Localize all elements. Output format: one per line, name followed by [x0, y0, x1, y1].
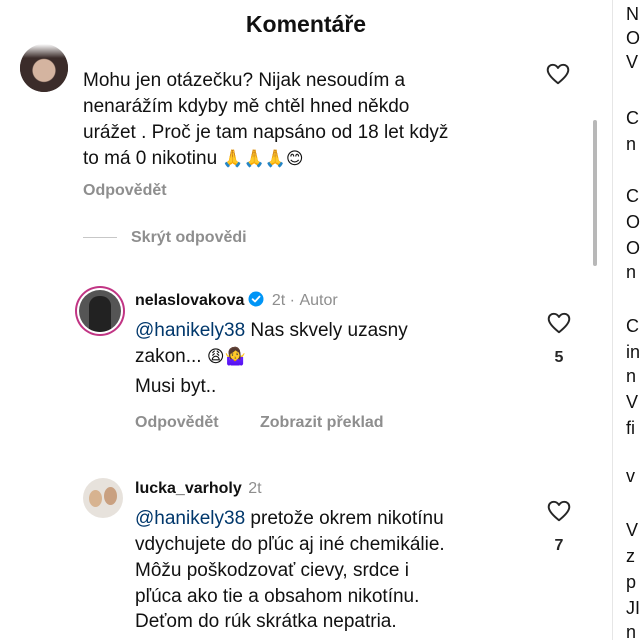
- side-text: O: [626, 238, 640, 258]
- side-panel-fragment: N O V C n C O O n C in n V fi v V z p JI…: [626, 0, 640, 640]
- side-text: N: [626, 4, 639, 24]
- comment-text-line: nenarážím kdyby mě chtěl hned někdo: [83, 96, 410, 117]
- side-text: n: [626, 622, 637, 640]
- username[interactable]: lucka_varholy: [135, 480, 242, 497]
- side-text: V: [626, 520, 639, 540]
- mention-link[interactable]: @hanikely38: [135, 320, 245, 341]
- side-text: v: [626, 466, 635, 486]
- separator-dot: ·: [289, 292, 295, 309]
- username[interactable]: nelaslovakova: [135, 292, 244, 309]
- comment-text-line: to má 0 nikotinu 🙏🙏🙏😊: [83, 146, 304, 172]
- page-title: Komentáře: [245, 11, 367, 37]
- side-text: n: [626, 134, 637, 154]
- heart-icon[interactable]: [546, 498, 572, 524]
- divider: [612, 0, 613, 640]
- heart-icon[interactable]: [546, 310, 572, 336]
- author-tag: Autor: [299, 292, 338, 309]
- timestamp: 2t: [271, 292, 286, 309]
- like-count: 5: [554, 349, 564, 366]
- reply-header: nelaslovakova 2t · Autor: [135, 291, 338, 311]
- avatar-photo: [89, 490, 102, 507]
- reply-text-line: @hanikely38 Nas skvely uzasny: [135, 318, 408, 344]
- side-text: C: [626, 316, 639, 336]
- reply-header: lucka_varholy 2t: [135, 479, 262, 499]
- comment-emojis: 🙏🙏🙏😊: [222, 149, 304, 169]
- reply-text-line: vdychujete do pľúc aj iné chemikálie.: [135, 534, 445, 555]
- reply-text-line: @hanikely38 pretože okrem nikotínu: [135, 506, 444, 532]
- side-text: n: [626, 366, 637, 386]
- side-text: p: [626, 572, 637, 592]
- header-fade: [0, 44, 612, 58]
- avatar[interactable]: [79, 290, 121, 332]
- timestamp: 2t: [248, 480, 262, 497]
- mention-link[interactable]: @hanikely38: [135, 508, 245, 529]
- reply-text-line: pľúca ako tie a obsahom nikotínu.: [135, 586, 420, 607]
- divider: [83, 237, 117, 238]
- side-text: fi: [626, 418, 635, 438]
- like-count: 7: [554, 537, 564, 554]
- avatar[interactable]: [83, 478, 123, 518]
- comment-text-line: Mohu jen otázečku? Nijak nesoudím a: [83, 70, 406, 91]
- reply-button[interactable]: Odpovědět: [83, 181, 167, 201]
- side-text: O: [626, 28, 640, 48]
- side-text: z: [626, 546, 635, 566]
- translate-button[interactable]: Zobrazit překlad: [260, 413, 384, 433]
- heart-icon[interactable]: [545, 61, 571, 87]
- reply-text: pretože okrem nikotínu: [245, 508, 444, 529]
- hide-replies-button[interactable]: Skrýt odpovědi: [131, 228, 247, 248]
- reply-text-line: Môžu poškodzovať cievy, srdce i: [135, 560, 409, 581]
- reply-text-line: Musi byt..: [135, 376, 217, 397]
- side-text: n: [626, 262, 637, 282]
- side-text: C: [626, 186, 639, 206]
- scrollbar[interactable]: [593, 120, 597, 266]
- reply-text: Nas skvely uzasny: [245, 320, 408, 341]
- side-text: JI: [626, 598, 640, 618]
- avatar-photo: [89, 296, 111, 332]
- comments-panel: Komentáře Mohu jen otázečku? Nijak nesou…: [0, 0, 612, 640]
- avatar-photo: [104, 487, 117, 505]
- comment-text: to má 0 nikotinu: [83, 148, 218, 169]
- verified-badge-icon: [248, 291, 264, 307]
- reply-emojis: 😩🤷‍♀️: [206, 347, 246, 367]
- side-text: C: [626, 108, 639, 128]
- reply-text-line: Deťom do rúk skrátka nepatria.: [135, 611, 397, 632]
- side-text: V: [626, 392, 639, 412]
- reply-text-line: zakon... 😩🤷‍♀️: [135, 344, 246, 370]
- side-text: O: [626, 212, 640, 232]
- side-text: V: [626, 52, 639, 72]
- side-text: in: [626, 342, 640, 362]
- reply-button[interactable]: Odpovědět: [135, 413, 219, 433]
- reply-text: zakon...: [135, 346, 202, 367]
- comment-text-line: urážet . Proč je tam napsáno od 18 let k…: [83, 122, 449, 143]
